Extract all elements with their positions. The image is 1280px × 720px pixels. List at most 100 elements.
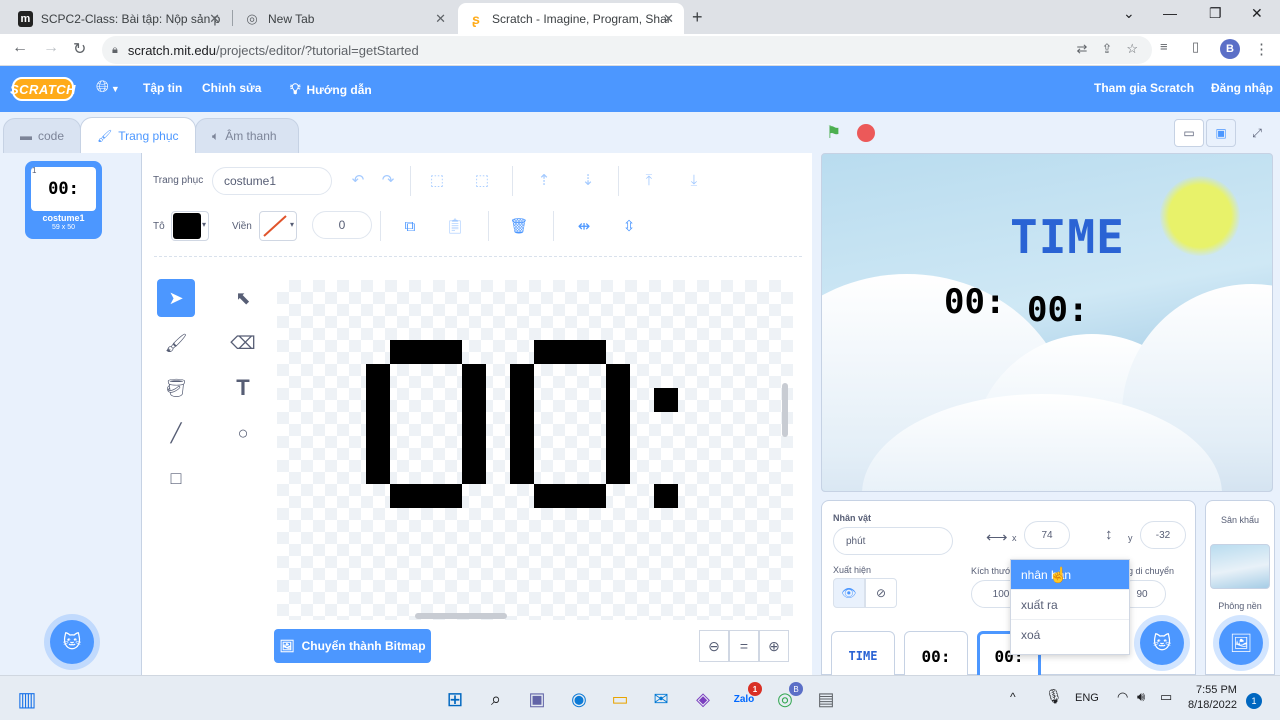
address-bar[interactable]: 🔒︎ scratch.mit.edu/projects/editor/?tuto… <box>102 36 1152 64</box>
fill-tool-icon[interactable]: 🪣︎ <box>157 369 195 407</box>
minimize-icon[interactable]: — <box>1163 5 1177 21</box>
backdrop-thumbnail[interactable] <box>1210 544 1270 589</box>
menu-edit[interactable]: Chỉnh sửa <box>202 81 261 95</box>
stage-minutes-sprite[interactable]: 00: <box>944 282 1005 322</box>
add-costume-button[interactable]: 🐱︎ <box>50 620 94 664</box>
menu-tutorials[interactable]: 💡︎ Hướng dẫn <box>290 81 372 98</box>
profile-avatar[interactable]: B <box>1220 39 1240 59</box>
menu-duplicate[interactable]: nhân bản <box>1011 560 1129 590</box>
reload-icon[interactable]: ↻ <box>73 39 86 59</box>
browser-tab-scratch[interactable]: ʂ Scratch - Imagine, Program, Shar ✕ <box>458 3 684 34</box>
reading-list-icon[interactable]: ≡ <box>1160 39 1168 54</box>
camera-app-icon[interactable]: ▤ <box>813 686 839 712</box>
browser-tab-scpc2[interactable]: m SCPC2-Class: Bài tập: Nộp sản phẩ ✕ <box>8 3 230 34</box>
clock-date[interactable]: 8/18/2022 <box>1188 699 1237 711</box>
teams-chat-icon[interactable]: ▣ <box>524 686 550 712</box>
paste-icon[interactable]: 📋︎ <box>442 213 468 239</box>
ungroup-icon[interactable]: ⬚ <box>469 167 495 193</box>
sprite-name-input[interactable]: phút <box>833 527 953 555</box>
close-tab-icon[interactable]: ✕ <box>435 11 446 27</box>
tab-sounds[interactable]: 🔈︎ Âm thanh <box>195 118 299 154</box>
copy-icon[interactable]: ⧉ <box>397 213 423 239</box>
zalo-icon[interactable]: Zalo 1 <box>731 682 762 712</box>
volume-icon[interactable]: 🔊︎ <box>1137 689 1145 705</box>
stage-time-sprite[interactable]: TIME <box>1010 210 1125 264</box>
close-tab-icon[interactable]: ✕ <box>209 11 220 27</box>
outline-width-input[interactable]: 0 <box>312 211 372 239</box>
reshape-tool-icon[interactable]: ⬉ <box>224 279 262 317</box>
stage-target-pane[interactable]: Sân khấu Phông nền 🖼︎ <box>1205 500 1275 675</box>
back-icon[interactable]: ← <box>12 39 28 57</box>
fullscreen-button[interactable]: ⤢ <box>1242 119 1272 147</box>
scratch-logo[interactable]: SCRATCH <box>10 77 76 101</box>
tab-costumes[interactable]: 🖌︎ Trang phục <box>80 117 196 155</box>
zoom-out-button[interactable]: ⊖ <box>699 630 729 662</box>
circle-tool-icon[interactable]: ○ <box>224 414 262 452</box>
search-icon[interactable]: ⌕ <box>483 686 509 712</box>
widgets-icon[interactable]: ▥ <box>14 686 40 712</box>
hide-sprite-button[interactable]: ⊘ <box>865 578 897 608</box>
battery-icon[interactable]: ▭ <box>1160 689 1172 705</box>
join-scratch-link[interactable]: Tham gia Scratch <box>1094 81 1194 95</box>
text-tool-icon[interactable]: T <box>224 369 262 407</box>
delete-icon[interactable]: 🗑︎ <box>506 213 532 239</box>
costume-item[interactable]: 00: 1 costume1 59 x 50 <box>25 161 102 239</box>
wifi-icon[interactable]: ◠ <box>1117 689 1128 705</box>
microphone-icon[interactable]: 🎙︎ <box>1045 688 1063 705</box>
menu-export[interactable]: xuất ra <box>1011 590 1129 620</box>
large-stage-button[interactable]: ▣ <box>1206 119 1236 147</box>
zoom-reset-button[interactable]: = <box>729 630 759 662</box>
horizontal-scrollbar[interactable] <box>415 613 507 619</box>
sprite-tile-time[interactable]: TIME <box>831 631 895 681</box>
bookmark-star-icon[interactable]: ☆ <box>1126 41 1138 57</box>
rectangle-tool-icon[interactable]: □ <box>157 459 195 497</box>
close-window-icon[interactable]: ✕ <box>1251 5 1263 22</box>
share-icon[interactable]: ⇪ <box>1101 41 1112 57</box>
forward-layer-icon[interactable]: ⇡ <box>531 167 557 193</box>
app-icon[interactable]: ◈ <box>690 686 716 712</box>
start-icon[interactable]: ⊞ <box>442 686 468 712</box>
menu-file[interactable]: Tập tin <box>143 81 182 95</box>
file-explorer-icon[interactable]: ▭ <box>607 686 633 712</box>
redo-icon[interactable]: ↷ <box>375 167 401 193</box>
flip-vertical-icon[interactable]: ⇳ <box>616 213 642 239</box>
chrome-taskbar-icon[interactable]: ◎ B <box>772 682 803 712</box>
restore-icon[interactable]: ❐ <box>1209 5 1222 22</box>
menu-delete[interactable]: xoá <box>1011 620 1129 650</box>
show-sprite-button[interactable]: 👁︎ <box>833 578 865 608</box>
paint-canvas[interactable] <box>277 280 793 620</box>
side-panel-icon[interactable]: ▯ <box>1192 39 1199 55</box>
tab-code[interactable]: ▬ code <box>3 118 81 154</box>
x-input[interactable]: 74 <box>1024 521 1070 549</box>
add-sprite-button[interactable]: 🐱︎ <box>1140 621 1184 665</box>
forward-icon[interactable]: → <box>43 39 59 57</box>
language-indicator[interactable]: ENG <box>1075 692 1099 704</box>
brush-tool-icon[interactable]: 🖌︎ <box>157 324 195 362</box>
eraser-tool-icon[interactable]: ⌫ <box>224 324 262 362</box>
new-tab-button[interactable]: + <box>692 7 703 28</box>
edge-icon[interactable]: ◉ <box>566 686 592 712</box>
tray-chevron-icon[interactable]: ^ <box>1010 690 1016 704</box>
mail-icon[interactable]: ✉ <box>648 686 674 712</box>
flip-horizontal-icon[interactable]: ⇹ <box>571 213 597 239</box>
select-tool-icon[interactable]: ➤ <box>157 279 195 317</box>
outline-color-picker[interactable]: ▾ <box>259 211 297 241</box>
add-backdrop-button[interactable]: 🖼︎ <box>1219 621 1263 665</box>
sprite-tile-seconds[interactable]: 00: <box>904 631 968 681</box>
translate-icon[interactable]: ⇄ <box>1077 41 1088 57</box>
costume-name-input[interactable]: costume1 <box>212 167 332 195</box>
y-input[interactable]: -32 <box>1140 521 1186 549</box>
browser-tab-new-tab[interactable]: ◎ New Tab ✕ <box>234 3 456 34</box>
small-stage-button[interactable]: ▭ <box>1174 119 1204 147</box>
line-tool-icon[interactable]: ╱ <box>157 414 195 452</box>
language-globe-icon[interactable]: 🌐︎ ▼ <box>96 79 120 97</box>
back-layer-icon[interactable]: ⤓ <box>681 167 707 193</box>
sign-in-link[interactable]: Đăng nhập <box>1211 81 1273 95</box>
group-icon[interactable]: ⬚ <box>424 167 450 193</box>
undo-icon[interactable]: ↶ <box>345 167 371 193</box>
notification-badge[interactable]: 1 <box>1246 693 1262 709</box>
clock-time[interactable]: 7:55 PM <box>1196 684 1237 696</box>
zoom-in-button[interactable]: ⊕ <box>759 630 789 662</box>
backward-layer-icon[interactable]: ⇣ <box>575 167 601 193</box>
stop-icon[interactable] <box>857 124 875 142</box>
